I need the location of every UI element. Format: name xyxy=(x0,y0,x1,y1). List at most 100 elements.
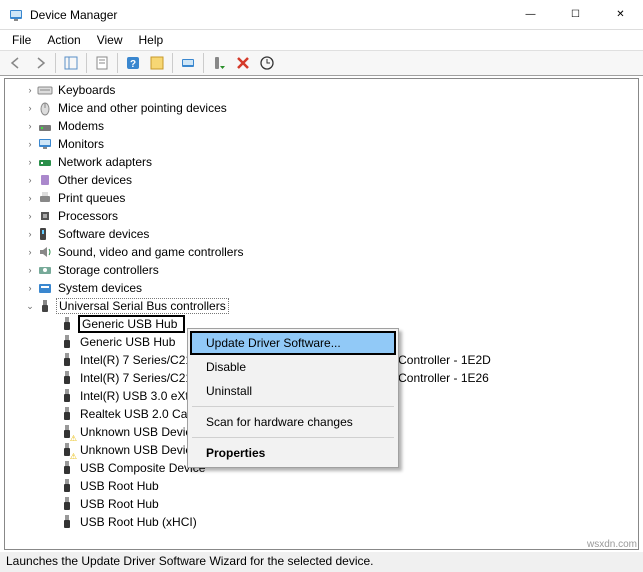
expand-icon[interactable]: › xyxy=(23,173,37,187)
tree-item-label: System devices xyxy=(56,281,144,295)
expand-icon[interactable]: › xyxy=(23,209,37,223)
close-button[interactable]: ✕ xyxy=(598,0,643,29)
tree-category[interactable]: › Other devices xyxy=(5,171,638,189)
tree-category[interactable]: › Sound, video and game controllers xyxy=(5,243,638,261)
usb-device-icon xyxy=(59,460,75,476)
help-button[interactable]: ? xyxy=(121,52,145,74)
ctx-scan[interactable]: Scan for hardware changes xyxy=(190,410,396,434)
update-driver-button[interactable] xyxy=(176,52,200,74)
expand-icon[interactable]: › xyxy=(23,227,37,241)
expand-icon[interactable]: › xyxy=(23,263,37,277)
tree-item-label: Network adapters xyxy=(56,155,154,169)
expand-icon[interactable]: › xyxy=(23,101,37,115)
tree-category[interactable]: › Modems xyxy=(5,117,638,135)
menu-action[interactable]: Action xyxy=(39,31,88,49)
expand-icon[interactable]: › xyxy=(23,119,37,133)
tree-category[interactable]: ›Mice and other pointing devices xyxy=(5,99,638,117)
ctx-uninstall[interactable]: Uninstall xyxy=(190,379,396,403)
action-button[interactable] xyxy=(145,52,169,74)
usb-device-icon xyxy=(59,478,75,494)
tree-item-label: Processors xyxy=(56,209,120,223)
ctx-properties[interactable]: Properties xyxy=(190,441,396,465)
uninstall-button[interactable] xyxy=(231,52,255,74)
minimize-button[interactable]: — xyxy=(508,0,553,29)
usb-device-icon xyxy=(59,352,75,368)
tree-category[interactable]: › Processors xyxy=(5,207,638,225)
tree-category[interactable]: ⌄ Universal Serial Bus controllers xyxy=(5,297,638,315)
tree-device[interactable]: USB Root Hub (xHCI) xyxy=(5,513,638,531)
tree-device[interactable]: USB Root Hub xyxy=(5,477,638,495)
usb-device-icon xyxy=(59,334,75,350)
menubar: File Action View Help xyxy=(0,30,643,50)
ctx-separator xyxy=(192,437,394,438)
tree-device[interactable]: USB Root Hub xyxy=(5,495,638,513)
expand-icon[interactable]: › xyxy=(23,281,37,295)
collapse-icon[interactable]: ⌄ xyxy=(23,299,37,313)
forward-button[interactable] xyxy=(28,52,52,74)
tree-category[interactable]: › Monitors xyxy=(5,135,638,153)
tree-item-label: Generic USB Hub xyxy=(78,315,185,333)
toolbar-separator xyxy=(117,53,118,73)
statusbar: Launches the Update Driver Software Wiza… xyxy=(0,552,643,572)
sound-icon xyxy=(37,244,53,260)
tree-item-label: Print queues xyxy=(56,191,127,205)
usb-device-icon xyxy=(59,406,75,422)
tree-item-label: Software devices xyxy=(56,227,151,241)
tree-category[interactable]: › Storage controllers xyxy=(5,261,638,279)
expand-icon[interactable]: › xyxy=(23,191,37,205)
show-hide-tree-button[interactable] xyxy=(59,52,83,74)
modem-icon xyxy=(37,118,53,134)
toolbar-separator xyxy=(55,53,56,73)
back-button[interactable] xyxy=(4,52,28,74)
tree-item-label: USB Root Hub xyxy=(78,497,161,511)
ctx-update-driver[interactable]: Update Driver Software... xyxy=(190,331,396,355)
svg-text:?: ? xyxy=(130,59,136,70)
usb-device-icon xyxy=(59,370,75,386)
cpu-icon xyxy=(37,208,53,224)
tree-item-label: Storage controllers xyxy=(56,263,161,277)
tree-item-label: Monitors xyxy=(56,137,106,151)
usb-device-icon xyxy=(59,514,75,530)
expand-icon[interactable]: › xyxy=(23,83,37,97)
context-menu: Update Driver Software... Disable Uninst… xyxy=(187,328,399,468)
tree-item-label: Generic USB Hub xyxy=(78,335,177,349)
enable-button[interactable] xyxy=(207,52,231,74)
ctx-disable[interactable]: Disable xyxy=(190,355,396,379)
expand-icon[interactable]: › xyxy=(23,155,37,169)
expand-icon[interactable]: › xyxy=(23,137,37,151)
menu-file[interactable]: File xyxy=(4,31,39,49)
tree-item-label: Universal Serial Bus controllers xyxy=(56,298,229,314)
software-icon xyxy=(37,226,53,242)
window-title: Device Manager xyxy=(30,8,508,22)
usb-device-icon xyxy=(59,496,75,512)
storage-icon xyxy=(37,262,53,278)
expand-icon[interactable]: › xyxy=(23,245,37,259)
tree-category[interactable]: ›Keyboards xyxy=(5,81,638,99)
usb-device-icon xyxy=(59,388,75,404)
mouse-icon xyxy=(37,100,53,116)
tree-item-label: Modems xyxy=(56,119,106,133)
menu-help[interactable]: Help xyxy=(131,31,172,49)
app-icon xyxy=(8,7,24,23)
usb-device-icon xyxy=(59,424,75,440)
tree-category[interactable]: › Network adapters xyxy=(5,153,638,171)
tree-category[interactable]: › Software devices xyxy=(5,225,638,243)
ctx-separator xyxy=(192,406,394,407)
titlebar: Device Manager — ☐ ✕ xyxy=(0,0,643,30)
tree-category[interactable]: › System devices xyxy=(5,279,638,297)
properties-button[interactable] xyxy=(90,52,114,74)
tree-item-label: Sound, video and game controllers xyxy=(56,245,245,259)
menu-view[interactable]: View xyxy=(89,31,131,49)
toolbar-separator xyxy=(86,53,87,73)
device-tree[interactable]: ›Keyboards›Mice and other pointing devic… xyxy=(4,78,639,550)
usb-icon xyxy=(37,298,53,314)
tree-item-label: Other devices xyxy=(56,173,134,187)
maximize-button[interactable]: ☐ xyxy=(553,0,598,29)
printer-icon xyxy=(37,190,53,206)
watermark: wsxdn.com xyxy=(587,539,637,550)
tree-item-label: USB Root Hub (xHCI) xyxy=(78,515,199,529)
network-icon xyxy=(37,154,53,170)
tree-category[interactable]: › Print queues xyxy=(5,189,638,207)
scan-hardware-button[interactable] xyxy=(255,52,279,74)
system-icon xyxy=(37,280,53,296)
